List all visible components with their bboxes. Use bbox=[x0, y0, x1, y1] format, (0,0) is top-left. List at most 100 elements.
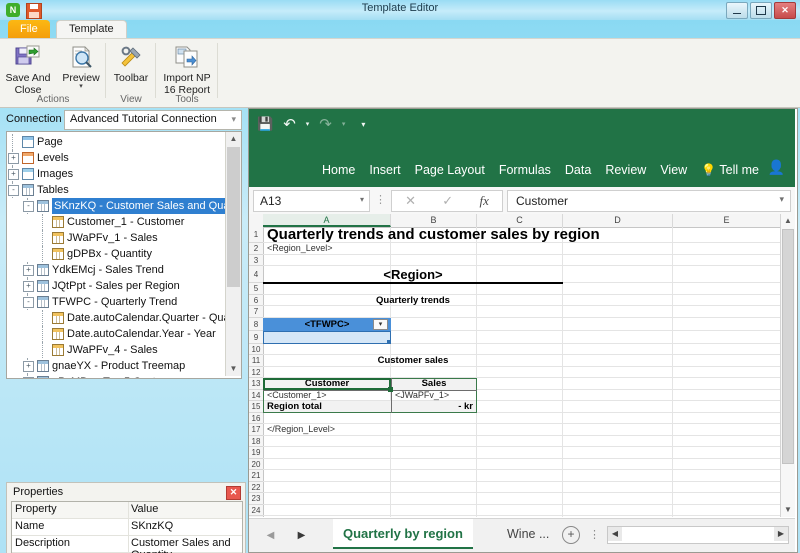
tree-item[interactable]: JWaPFv_1 - Sales bbox=[7, 230, 225, 246]
tree-item[interactable]: + Images bbox=[7, 166, 225, 182]
tree-item[interactable]: Customer_1 - Customer bbox=[7, 214, 225, 230]
grid-cell[interactable] bbox=[673, 435, 781, 447]
tree-item[interactable]: + qPyMBp - Top 5 Customers bbox=[7, 374, 225, 378]
preview-chevron-down-icon[interactable]: ▾ bbox=[56, 83, 106, 90]
grid-cell[interactable] bbox=[673, 294, 781, 306]
grid-cell[interactable] bbox=[391, 243, 477, 255]
connection-select[interactable]: Advanced Tutorial Connection ▾ bbox=[64, 110, 242, 130]
collapse-icon[interactable]: - bbox=[23, 297, 34, 308]
grid-cell[interactable] bbox=[673, 389, 781, 401]
expand-icon[interactable]: + bbox=[23, 377, 34, 378]
redo-icon[interactable]: ↷ bbox=[319, 115, 332, 133]
row-header-15[interactable]: 15 bbox=[249, 401, 263, 413]
grid-cell[interactable] bbox=[263, 343, 391, 355]
active-cell-border[interactable] bbox=[263, 378, 391, 390]
grid-cell[interactable] bbox=[673, 504, 781, 516]
excel-tab-view[interactable]: View bbox=[660, 163, 687, 177]
tab-file[interactable]: File bbox=[8, 20, 50, 38]
cell-B15[interactable]: - kr bbox=[391, 401, 477, 413]
tree-item[interactable]: - TFWPC - Quarterly Trend bbox=[7, 294, 225, 310]
grid-cell[interactable] bbox=[477, 424, 563, 436]
cell-A6[interactable]: Quarterly trends bbox=[263, 295, 563, 307]
row-header-13[interactable]: 13 bbox=[249, 378, 263, 390]
grid-cell[interactable] bbox=[391, 283, 477, 295]
grid-vertical-scrollbar[interactable]: ▲ ▼ bbox=[780, 214, 795, 517]
grid-cell[interactable] bbox=[477, 493, 563, 505]
excel-tab-insert[interactable]: Insert bbox=[369, 163, 400, 177]
grid-cell[interactable] bbox=[263, 435, 391, 447]
grid-cell[interactable] bbox=[673, 516, 781, 517]
formula-bar-grip[interactable]: ⋮ bbox=[375, 193, 386, 206]
row-header-11[interactable]: 11 bbox=[249, 355, 263, 367]
grid-cell[interactable] bbox=[563, 412, 673, 424]
grid-cell[interactable] bbox=[563, 283, 673, 295]
cell-A17[interactable]: </Region_Level> bbox=[263, 424, 391, 436]
account-icon[interactable]: 👤 bbox=[768, 159, 785, 176]
scroll-up-icon[interactable]: ▲ bbox=[781, 214, 795, 228]
grid-cell[interactable] bbox=[391, 458, 477, 470]
cancel-icon[interactable]: ✕ bbox=[405, 193, 416, 209]
grid-cell[interactable] bbox=[673, 317, 781, 331]
grid-cell[interactable] bbox=[391, 447, 477, 459]
grid-cell[interactable] bbox=[563, 389, 673, 401]
row-header-16[interactable]: 16 bbox=[249, 413, 263, 424]
grid-cell[interactable] bbox=[673, 355, 781, 367]
grid-cell[interactable] bbox=[673, 366, 781, 378]
tree-item[interactable]: - Tables bbox=[7, 182, 225, 198]
grid-cell[interactable] bbox=[563, 493, 673, 505]
grid-cell[interactable] bbox=[263, 458, 391, 470]
cell-A11[interactable]: Customer sales bbox=[263, 355, 563, 367]
insert-function-icon[interactable]: fx bbox=[479, 193, 488, 209]
grid-cell[interactable] bbox=[263, 283, 391, 295]
grid-cell[interactable] bbox=[391, 254, 477, 266]
grid-cell[interactable] bbox=[391, 330, 477, 344]
scroll-right-icon[interactable]: ▶ bbox=[774, 527, 788, 541]
grid-cell[interactable] bbox=[477, 366, 563, 378]
tree-item[interactable]: gDPBx - Quantity bbox=[7, 246, 225, 262]
row-header-18[interactable]: 18 bbox=[249, 436, 263, 447]
grid-cell[interactable] bbox=[563, 243, 673, 255]
grid-cell[interactable] bbox=[563, 330, 673, 344]
grid-cell[interactable] bbox=[477, 481, 563, 493]
customize-qat-icon[interactable]: ▾ bbox=[361, 120, 365, 129]
row-header-21[interactable]: 21 bbox=[249, 470, 263, 482]
sheet-tab-wine[interactable]: Wine ... bbox=[497, 519, 559, 549]
grid-cell[interactable] bbox=[477, 458, 563, 470]
row-header-25[interactable]: 25 bbox=[249, 516, 263, 517]
expand-icon[interactable]: + bbox=[23, 361, 34, 372]
selection-band[interactable] bbox=[263, 330, 391, 344]
row-header-8[interactable]: 8 bbox=[249, 318, 263, 331]
sheet-tab-quarterly-by-region[interactable]: Quarterly by region bbox=[333, 519, 473, 549]
tree-item[interactable]: + JQtPpt - Sales per Region bbox=[7, 278, 225, 294]
grid-cell[interactable] bbox=[673, 401, 781, 413]
excel-tab-page-layout[interactable]: Page Layout bbox=[415, 163, 485, 177]
save-and-close-button[interactable]: Save And Close bbox=[0, 42, 56, 96]
fill-handle[interactable] bbox=[387, 339, 391, 344]
properties-close-icon[interactable]: ✕ bbox=[226, 486, 241, 500]
enter-icon[interactable]: ✓ bbox=[442, 193, 453, 209]
fill-handle[interactable] bbox=[388, 386, 393, 392]
grid-cell[interactable] bbox=[263, 254, 391, 266]
grid-cell[interactable] bbox=[477, 470, 563, 482]
expand-icon[interactable]: + bbox=[23, 265, 34, 276]
tree-item[interactable]: + YdkEMcj - Sales Trend bbox=[7, 262, 225, 278]
grid-cell[interactable] bbox=[477, 306, 563, 318]
grid-cell[interactable] bbox=[391, 470, 477, 482]
scroll-up-icon[interactable]: ▲ bbox=[226, 132, 241, 146]
cell-A4[interactable]: <Region> bbox=[263, 266, 563, 283]
grid-cell[interactable] bbox=[391, 493, 477, 505]
undo-icon[interactable]: ↶ bbox=[283, 115, 296, 133]
column-header-E[interactable]: E bbox=[673, 214, 781, 227]
grid-cell[interactable] bbox=[391, 516, 477, 517]
grid-cell[interactable] bbox=[673, 470, 781, 482]
grid-cell[interactable] bbox=[673, 412, 781, 424]
grid-cell[interactable] bbox=[673, 481, 781, 493]
grid-cell[interactable] bbox=[563, 401, 673, 413]
row-header-20[interactable]: 20 bbox=[249, 459, 263, 470]
grid-cell[interactable] bbox=[673, 254, 781, 266]
grid-cell[interactable] bbox=[563, 378, 673, 390]
grid-cell[interactable] bbox=[673, 493, 781, 505]
grid-cell[interactable] bbox=[391, 306, 477, 318]
cell-B14[interactable]: <JWaPFv_1> bbox=[391, 390, 477, 402]
row-header-24[interactable]: 24 bbox=[249, 505, 263, 516]
